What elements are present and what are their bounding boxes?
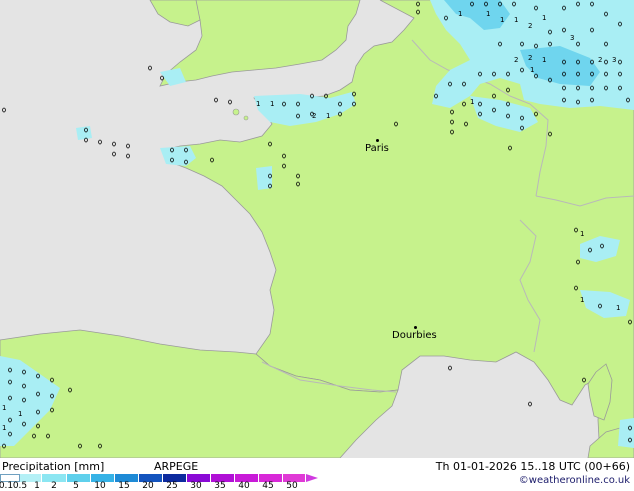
- svg-text:2: 2: [598, 56, 602, 64]
- precip-irish-sea: [76, 126, 92, 140]
- svg-text:1: 1: [580, 296, 584, 304]
- svg-text:1: 1: [514, 16, 518, 24]
- dourbies-dot: [414, 326, 417, 329]
- svg-text:1: 1: [580, 230, 584, 238]
- svg-text:1: 1: [542, 56, 546, 64]
- svg-text:1: 1: [542, 14, 546, 22]
- svg-text:1: 1: [470, 98, 474, 106]
- svg-text:1: 1: [2, 424, 6, 432]
- colorbar-arrow: [306, 474, 318, 482]
- svg-text:3: 3: [612, 56, 616, 64]
- colorbar-swatch: [67, 474, 91, 482]
- run-time: Th 01-01-2026 15..18 UTC (00+66): [435, 460, 630, 473]
- map-canvas: 11 21 11 11 21 22 13 21 31 11 11 11: [0, 0, 634, 458]
- svg-text:1: 1: [530, 66, 534, 74]
- island-channel-2: [243, 115, 249, 121]
- city-label-dourbies: Dourbies: [392, 330, 437, 341]
- svg-text:1: 1: [18, 410, 22, 418]
- svg-text:1: 1: [458, 10, 462, 18]
- svg-text:1: 1: [326, 112, 330, 120]
- island-channel: [232, 108, 240, 116]
- svg-text:2: 2: [514, 56, 518, 64]
- svg-text:1: 1: [270, 100, 274, 108]
- legend-title: Precipitation [mm]: [2, 460, 105, 473]
- svg-text:1: 1: [486, 10, 490, 18]
- model-name: ARPEGE: [154, 460, 199, 473]
- paris-dot: [376, 139, 379, 142]
- svg-text:1: 1: [2, 404, 6, 412]
- svg-text:1: 1: [616, 304, 620, 312]
- svg-text:3: 3: [570, 34, 574, 42]
- svg-text:1: 1: [256, 100, 260, 108]
- svg-text:2: 2: [312, 112, 316, 120]
- precipitation-map: 11 21 11 11 21 22 13 21 31 11 11 11 Pari…: [0, 0, 634, 458]
- precip-sardinia: [618, 418, 634, 448]
- svg-text:2: 2: [528, 54, 532, 62]
- city-label-paris: Paris: [365, 143, 389, 154]
- legend-footer: Precipitation [mm] ARPEGE Th 01-01-2026 …: [0, 458, 634, 491]
- svg-text:1: 1: [500, 16, 504, 24]
- credit-link[interactable]: ©weatheronline.co.uk: [519, 475, 630, 486]
- svg-text:2: 2: [528, 22, 532, 30]
